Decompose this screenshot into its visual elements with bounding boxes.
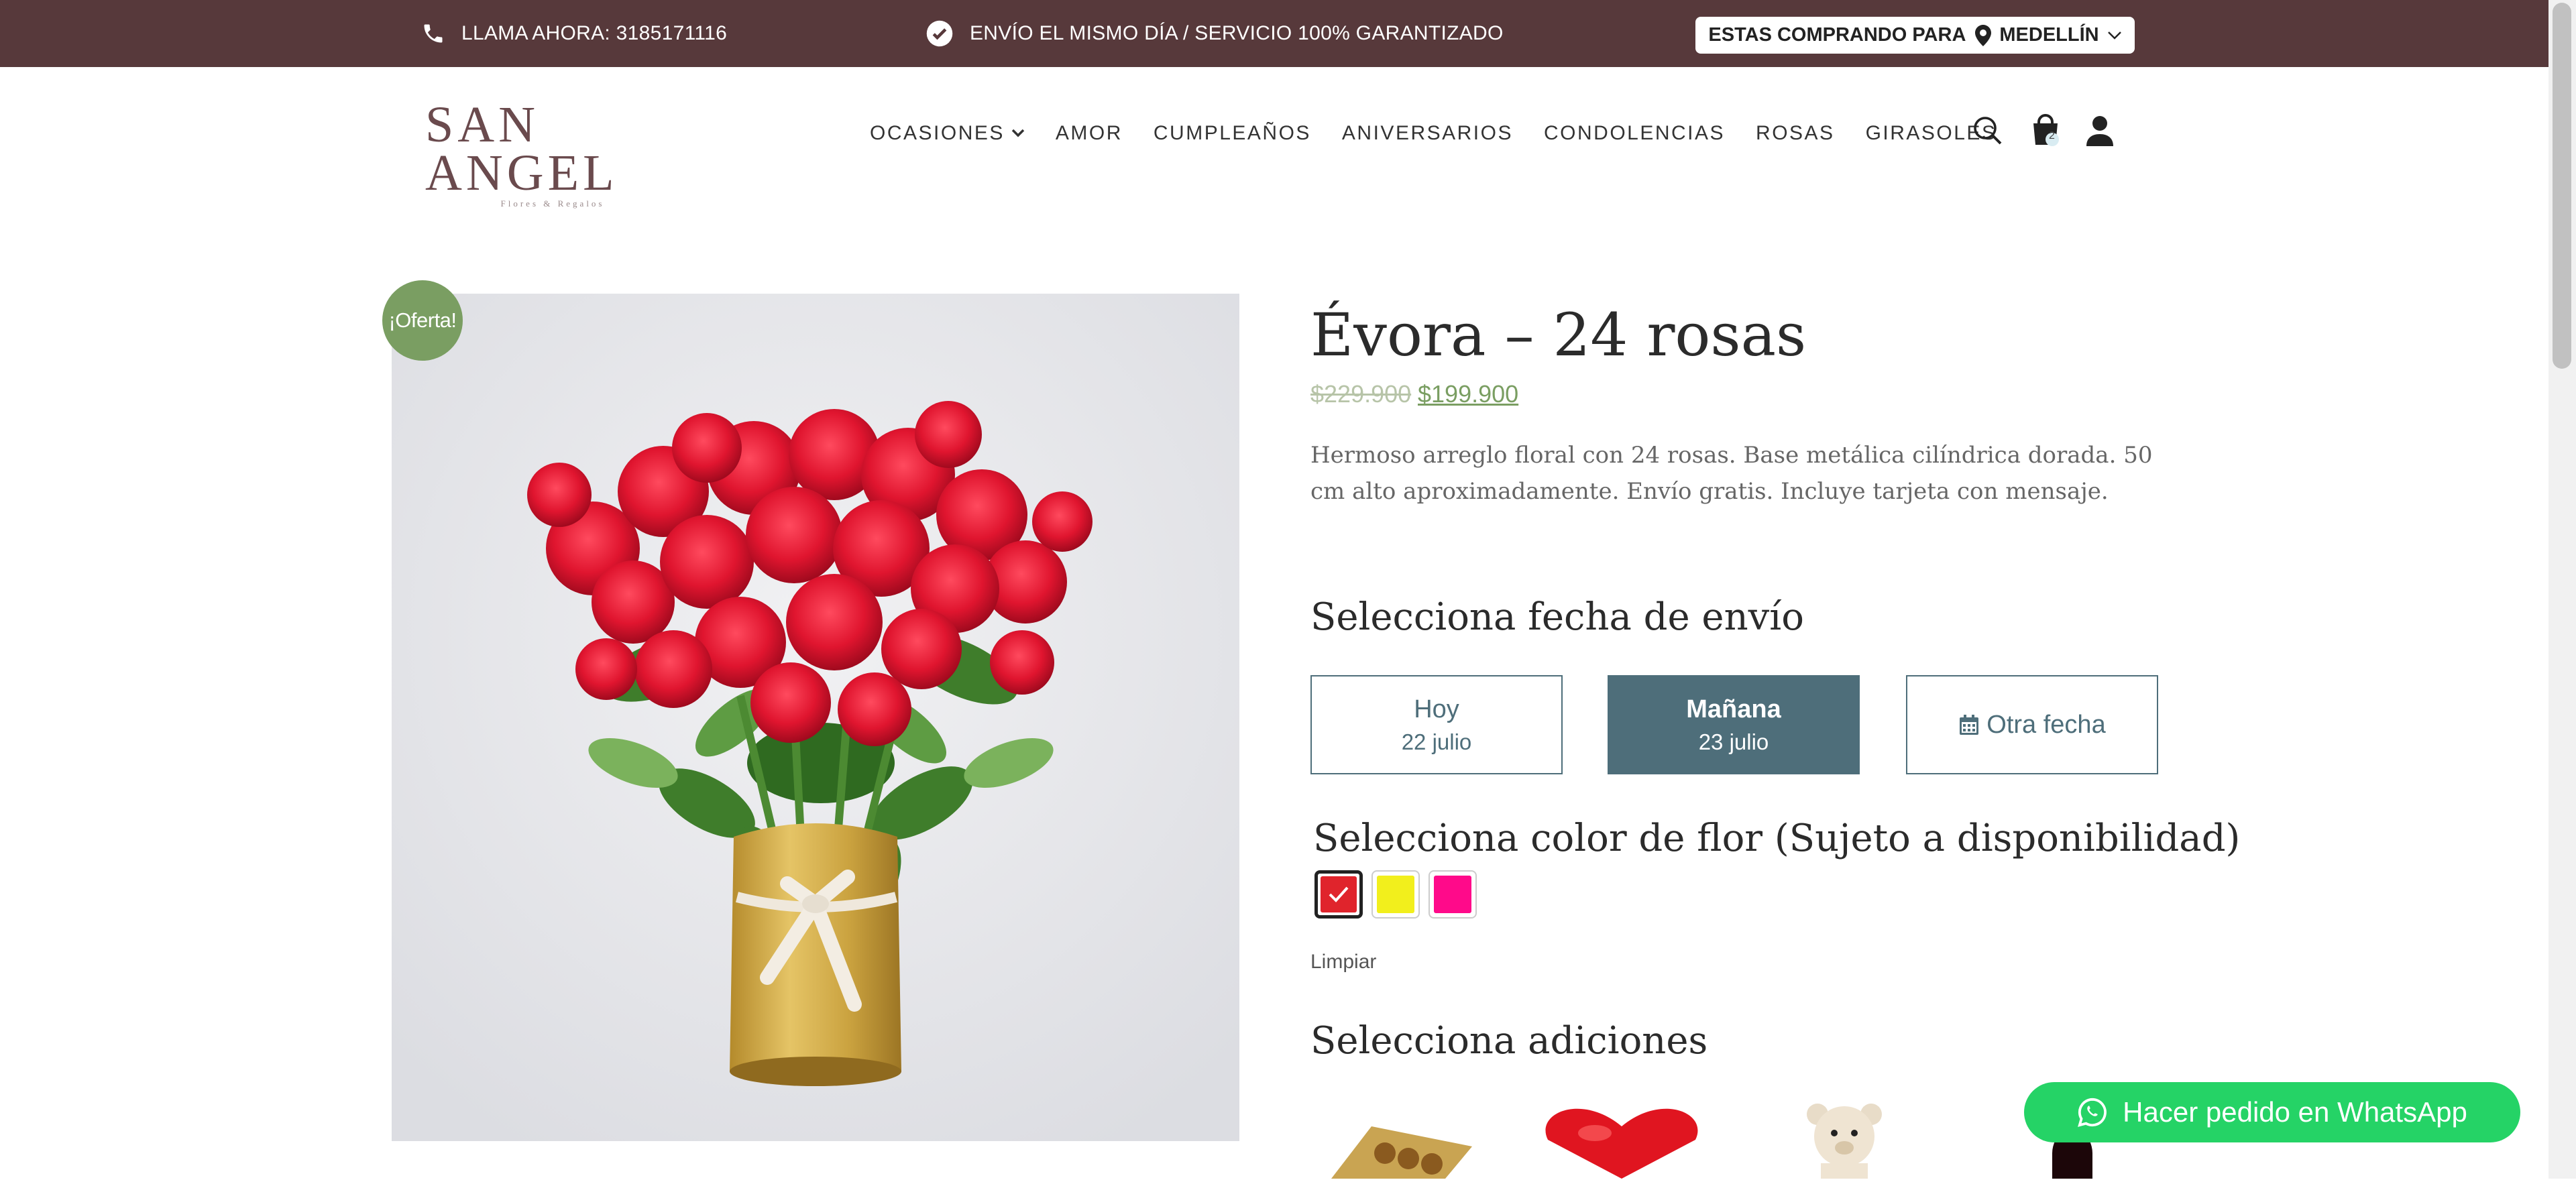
map-pin-icon bbox=[1975, 24, 1992, 46]
site-logo[interactable]: SAN ANGEL Flores & Regalos bbox=[425, 99, 680, 209]
date-today-button[interactable]: Hoy 22 julio bbox=[1310, 675, 1563, 774]
date-label: Mañana bbox=[1686, 695, 1781, 723]
chocolates-icon[interactable] bbox=[1331, 1100, 1472, 1182]
date-tomorrow-button[interactable]: Mañana 23 julio bbox=[1608, 675, 1860, 774]
user-account-icon[interactable] bbox=[2082, 113, 2118, 149]
sale-badge: ¡Oferta! bbox=[382, 280, 463, 361]
addons-heading: Selecciona adiciones bbox=[1310, 1019, 1708, 1063]
delivery-heading: Selecciona fecha de envío bbox=[1310, 595, 1804, 639]
nav-item-rosas[interactable]: ROSAS bbox=[1756, 122, 1835, 145]
top-bar: LLAMA AHORA: 3185171116 ENVÍO EL MISMO D… bbox=[0, 0, 2576, 67]
whatsapp-label: Hacer pedido en WhatsApp bbox=[2123, 1096, 2467, 1128]
product-title: Évora – 24 rosas bbox=[1310, 300, 1807, 369]
phone-icon bbox=[421, 21, 445, 46]
calendar-icon bbox=[1958, 713, 1980, 736]
check-icon bbox=[1329, 886, 1349, 902]
teddy-bear-icon[interactable] bbox=[1797, 1100, 1891, 1182]
city-selector[interactable]: ESTAS COMPRANDO PARA MEDELLÍN bbox=[1695, 17, 2135, 54]
color-swatch-yellow[interactable] bbox=[1371, 870, 1420, 919]
city-name: MEDELLÍN bbox=[1999, 24, 2099, 46]
nav-label: OCASIONES bbox=[870, 122, 1005, 144]
main-nav: OCASIONES AMOR CUMPLEAÑOS ANIVERSARIOS C… bbox=[870, 122, 1997, 145]
shipping-notice: ENVÍO EL MISMO DÍA / SERVICIO 100% GARAN… bbox=[926, 0, 1504, 67]
date-other-button[interactable]: Otra fecha bbox=[1906, 675, 2158, 774]
nav-item-cumpleanos[interactable]: CUMPLEAÑOS bbox=[1154, 122, 1311, 145]
product-description: Hermoso arreglo floral con 24 rosas. Bas… bbox=[1310, 442, 2153, 505]
shipping-text: ENVÍO EL MISMO DÍA / SERVICIO 100% GARAN… bbox=[970, 22, 1504, 44]
nav-item-aniversarios[interactable]: ANIVERSARIOS bbox=[1342, 122, 1513, 145]
date-label: Hoy bbox=[1414, 695, 1459, 723]
date-label: Otra fecha bbox=[1986, 710, 2106, 739]
nav-item-amor[interactable]: AMOR bbox=[1056, 122, 1123, 145]
swatch-fill bbox=[1434, 876, 1471, 913]
check-circle-icon bbox=[926, 19, 954, 48]
scrollbar-thumb[interactable] bbox=[2553, 3, 2571, 369]
swatch-fill bbox=[1321, 876, 1357, 912]
color-heading: Selecciona color de flor (Sujeto a dispo… bbox=[1313, 817, 2241, 860]
nav-item-ocasiones[interactable]: OCASIONES bbox=[870, 122, 1025, 145]
nav-item-condolencias[interactable]: CONDOLENCIAS bbox=[1544, 122, 1725, 145]
sale-price: $199.900 bbox=[1418, 380, 1519, 408]
search-icon[interactable] bbox=[1970, 113, 2006, 149]
old-price: $229.900 bbox=[1310, 380, 1412, 408]
color-swatch-red[interactable] bbox=[1314, 870, 1363, 919]
phone-link[interactable]: LLAMA AHORA: 3185171116 bbox=[421, 0, 727, 67]
heart-balloon-icon[interactable] bbox=[1541, 1100, 1702, 1182]
clear-color-link[interactable]: Limpiar bbox=[1310, 951, 1376, 973]
cart-count: 2 bbox=[2049, 130, 2055, 141]
date-sub: 22 julio bbox=[1401, 729, 1472, 754]
chevron-down-icon bbox=[1011, 129, 1025, 138]
color-swatch-pink[interactable] bbox=[1429, 870, 1477, 919]
city-prefix: ESTAS COMPRANDO PARA bbox=[1708, 24, 1966, 46]
chevron-down-icon bbox=[2107, 31, 2122, 40]
swatch-fill bbox=[1377, 876, 1414, 913]
date-sub: 23 julio bbox=[1698, 729, 1769, 754]
cart-icon[interactable]: 2 bbox=[2027, 113, 2064, 149]
phone-text: LLAMA AHORA: 3185171116 bbox=[461, 22, 728, 44]
whatsapp-icon bbox=[2077, 1097, 2108, 1128]
product-image[interactable] bbox=[392, 294, 1239, 1141]
logo-text: SAN ANGEL bbox=[425, 97, 618, 201]
whatsapp-order-button[interactable]: Hacer pedido en WhatsApp bbox=[2024, 1082, 2520, 1142]
